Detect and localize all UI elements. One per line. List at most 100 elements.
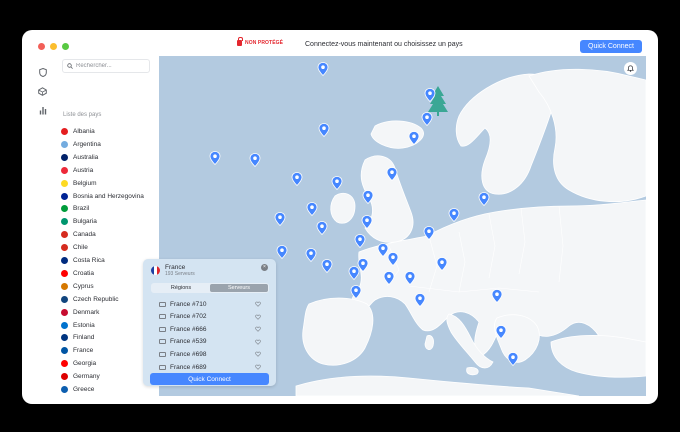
- country-item[interactable]: Australia: [61, 152, 98, 163]
- country-item[interactable]: France: [61, 345, 93, 356]
- server-pin-icon[interactable]: [414, 293, 426, 307]
- server-pin-icon[interactable]: [478, 192, 490, 206]
- server-pin-icon[interactable]: [274, 212, 286, 226]
- country-name: Estonia: [73, 321, 95, 329]
- minimize-window-button[interactable]: [50, 43, 57, 50]
- country-name: Croatia: [73, 269, 94, 277]
- server-pin-icon[interactable]: [362, 190, 374, 204]
- server-pin-icon[interactable]: [421, 112, 433, 126]
- country-item[interactable]: Costa Rica: [61, 255, 105, 266]
- tab-servers[interactable]: Serveurs: [210, 284, 268, 292]
- quick-connect-button[interactable]: Quick Connect: [580, 40, 642, 53]
- server-pin-icon[interactable]: [354, 234, 366, 248]
- favorite-icon[interactable]: [255, 326, 261, 332]
- server-row[interactable]: France #702: [159, 311, 265, 323]
- connection-status: NON PROTÉGÉ: [237, 37, 283, 46]
- country-item[interactable]: Denmark: [61, 307, 99, 318]
- lock-icon: [237, 37, 243, 46]
- server-pin-icon[interactable]: [331, 176, 343, 190]
- server-name: France #710: [170, 300, 207, 308]
- country-item[interactable]: Cyprus: [61, 281, 94, 292]
- server-pin-icon[interactable]: [408, 131, 420, 145]
- server-pin-icon[interactable]: [317, 62, 329, 76]
- country-item[interactable]: Georgia: [61, 358, 96, 369]
- country-name: Denmark: [73, 308, 100, 316]
- country-item[interactable]: Finland: [61, 332, 94, 343]
- server-pin-icon[interactable]: [276, 245, 288, 259]
- favorite-icon[interactable]: [255, 364, 261, 370]
- server-pin-icon[interactable]: [316, 221, 328, 235]
- server-pin-icon[interactable]: [448, 208, 460, 222]
- country-item[interactable]: Belgium: [61, 178, 96, 189]
- country-item[interactable]: Albania: [61, 126, 95, 137]
- flag-icon: [61, 140, 68, 148]
- server-pin-icon[interactable]: [321, 259, 333, 273]
- country-name: Brazil: [73, 205, 90, 213]
- vpn-shield-icon[interactable]: [38, 68, 47, 77]
- country-item[interactable]: Germany: [61, 371, 100, 382]
- server-pin-icon[interactable]: [249, 153, 261, 167]
- france-flag-icon: [151, 266, 160, 275]
- server-row[interactable]: France #539: [159, 336, 265, 348]
- favorite-icon[interactable]: [255, 314, 261, 320]
- country-item[interactable]: Croatia: [61, 268, 94, 279]
- country-item[interactable]: Chile: [61, 242, 88, 253]
- server-pin-icon[interactable]: [424, 88, 436, 102]
- server-pin-icon[interactable]: [387, 252, 399, 266]
- close-window-button[interactable]: [38, 43, 45, 50]
- favorite-icon[interactable]: [255, 351, 261, 358]
- server-row[interactable]: France #689: [159, 361, 265, 373]
- server-pin-icon[interactable]: [209, 151, 221, 165]
- country-item[interactable]: Bulgaria: [61, 216, 97, 227]
- flag-icon: [61, 218, 68, 226]
- country-item[interactable]: Bosnia and Herzegovina: [61, 191, 144, 202]
- favorite-icon[interactable]: [255, 339, 261, 345]
- country-item[interactable]: Greece: [61, 384, 94, 395]
- server-pin-icon[interactable]: [305, 248, 317, 262]
- flag-icon: [61, 166, 68, 174]
- country-item[interactable]: Czech Republic: [61, 294, 119, 305]
- server-pin-icon[interactable]: [383, 271, 395, 285]
- server-row[interactable]: France #666: [159, 323, 265, 335]
- server-icon: [159, 314, 166, 320]
- search-box[interactable]: [62, 59, 150, 73]
- server-pin-icon[interactable]: [495, 325, 507, 339]
- server-name: France #702: [170, 313, 207, 321]
- favorite-icon[interactable]: [255, 301, 261, 307]
- country-name: Germany: [73, 373, 100, 381]
- server-pin-icon[interactable]: [436, 257, 448, 271]
- search-input[interactable]: [76, 63, 146, 69]
- country-item[interactable]: Brazil: [61, 203, 89, 214]
- flag-icon: [61, 295, 68, 303]
- notifications-button[interactable]: [624, 62, 637, 75]
- country-item[interactable]: Argentina: [61, 139, 101, 150]
- close-panel-button[interactable]: ×: [261, 264, 268, 271]
- zoom-window-button[interactable]: [62, 43, 69, 50]
- flag-icon: [61, 308, 68, 316]
- server-pin-icon[interactable]: [507, 352, 519, 366]
- server-pin-icon[interactable]: [318, 123, 330, 137]
- tab-regions[interactable]: Régions: [152, 284, 210, 292]
- server-pin-icon[interactable]: [386, 167, 398, 181]
- server-row[interactable]: France #698: [159, 348, 265, 360]
- server-row[interactable]: France #710: [159, 298, 265, 310]
- country-list-title: Liste des pays: [63, 112, 102, 118]
- server-pin-icon[interactable]: [491, 289, 503, 303]
- country-item[interactable]: Canada: [61, 229, 96, 240]
- server-pin-icon[interactable]: [291, 172, 303, 186]
- title-bar: NON PROTÉGÉ Connectez-vous maintenant ou…: [22, 30, 658, 56]
- server-pin-icon[interactable]: [306, 202, 318, 216]
- panel-quick-connect-button[interactable]: Quick Connect: [150, 373, 269, 385]
- country-item[interactable]: Austria: [61, 165, 93, 176]
- server-name: France #539: [170, 338, 207, 346]
- specialty-servers-icon[interactable]: [38, 87, 47, 96]
- server-pin-icon[interactable]: [361, 215, 373, 229]
- server-pin-icon[interactable]: [423, 226, 435, 240]
- server-pin-icon[interactable]: [350, 285, 362, 299]
- server-pin-icon[interactable]: [404, 271, 416, 285]
- country-item[interactable]: Estonia: [61, 320, 95, 331]
- flag-icon: [61, 231, 68, 239]
- server-pin-icon[interactable]: [348, 266, 360, 280]
- panel-server-count: 193 Serveurs: [165, 271, 195, 277]
- stats-icon[interactable]: [38, 106, 47, 115]
